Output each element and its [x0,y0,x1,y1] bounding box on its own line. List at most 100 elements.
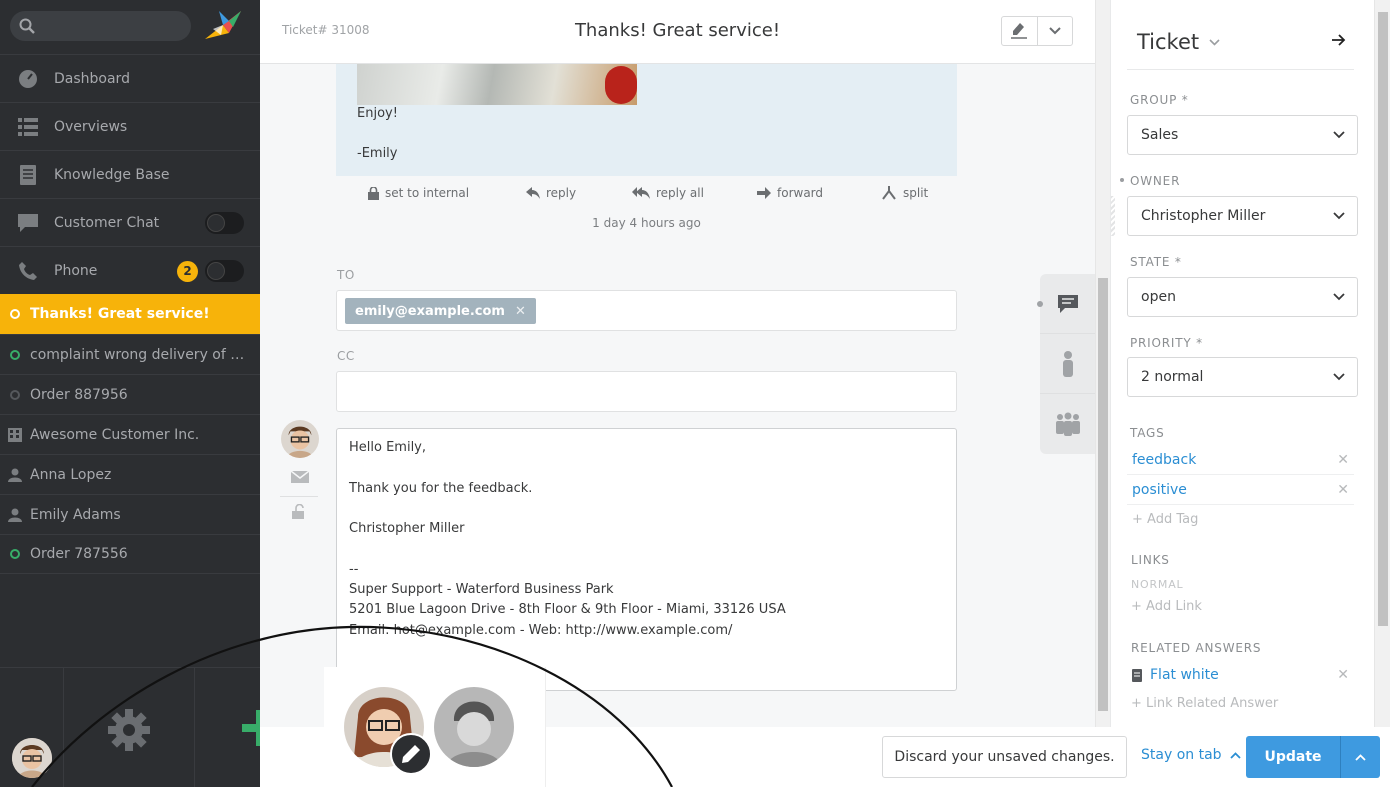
set-to-internal-action[interactable]: set to internal [368,186,469,200]
sidebar-scrollbar[interactable] [1374,0,1390,727]
task-order-887956[interactable]: Order 887956 [0,374,260,414]
viewer-avatar[interactable] [434,687,514,767]
actions-dropdown-button[interactable] [1038,17,1073,45]
chevron-down-icon [1209,38,1220,46]
stay-on-tab-toggle[interactable]: Stay on tab [1141,747,1241,763]
remove-tag-icon[interactable]: ✕ [1337,452,1349,468]
update-options-button[interactable] [1341,736,1380,778]
remove-related-answer-icon[interactable]: ✕ [1337,667,1349,683]
nav-customer-chat[interactable]: Customer Chat [0,198,260,246]
remove-tag-icon[interactable]: ✕ [1337,482,1349,498]
pen-icon [1011,23,1028,39]
task-label: complaint wrong delivery of ord... [30,346,250,363]
forward-action[interactable]: forward [757,186,823,200]
ticket-open-icon [10,349,20,360]
agent-avatar [281,420,319,458]
ticket-chat-icon [1057,294,1078,313]
task-complaint[interactable]: complaint wrong delivery of ord... [0,334,260,374]
task-order-787556[interactable]: Order 787556 [0,534,260,574]
book-icon [20,164,36,185]
logo-icon[interactable] [203,7,245,49]
group-select[interactable]: Sales [1127,115,1358,155]
nav-dashboard-label: Dashboard [54,70,130,87]
settings-gear-icon[interactable] [107,708,151,756]
action-label: reply [546,186,577,200]
tab-ticket[interactable] [1040,274,1095,334]
tag-item[interactable]: feedback ✕ [1127,445,1354,475]
user-icon [8,468,22,482]
nav-phone-label: Phone [54,262,98,279]
main-scrollbar[interactable] [1095,0,1110,727]
reply-all-action[interactable]: reply all [632,186,704,200]
close-sidebar-arrow-icon[interactable] [1332,34,1346,50]
phone-toggle[interactable] [205,260,244,282]
body-line: 5201 Blue Lagoon Drive - 8th Floor & 9th… [349,602,786,617]
body-line: Christopher Miller [349,521,465,536]
ticket-sidebar: Ticket GROUP * Sales OWNER Christopher M… [1110,0,1390,727]
related-answer-item[interactable]: Flat white ✕ [1127,660,1354,690]
user-icon [8,508,22,522]
tag-text: positive [1132,481,1187,498]
link-related-answer-link[interactable]: + Link Related Answer [1131,696,1278,711]
tab-organization[interactable] [1040,394,1095,454]
viewers-presence [324,667,546,787]
nav-knowledge-base[interactable]: Knowledge Base [0,150,260,198]
cc-field[interactable] [336,371,957,412]
sidebar-title[interactable]: Ticket [1137,30,1220,54]
nav-overviews[interactable]: Overviews [0,102,260,150]
nav-dashboard[interactable]: Dashboard [0,54,260,102]
remove-recipient-icon[interactable]: ✕ [515,304,526,319]
task-emily-adams[interactable]: Emily Adams [0,494,260,534]
priority-value: 2 normal [1141,369,1204,385]
state-value: open [1141,289,1176,305]
unlock-icon[interactable] [292,503,306,524]
recipient-email: emily@example.com [355,303,505,319]
organization-icon [8,427,22,442]
task-label: Order 887956 [30,386,128,403]
tag-text: feedback [1132,451,1197,468]
priority-select[interactable]: 2 normal [1127,357,1358,397]
body-line: Super Support - Waterford Business Park [349,582,614,597]
ticket-title[interactable]: Thanks! Great service! [260,20,1095,41]
chevron-up-icon [1229,751,1241,759]
reply-icon [526,187,540,199]
macro-button[interactable] [1002,17,1038,45]
dashboard-icon [19,69,37,88]
state-select[interactable]: open [1127,277,1358,317]
list-icon [18,117,38,136]
reply-action[interactable]: reply [526,186,576,200]
task-anna-lopez[interactable]: Anna Lopez [0,454,260,494]
to-field[interactable]: emily@example.com ✕ [336,290,957,331]
chevron-down-icon [1333,131,1345,139]
add-link-link[interactable]: + Add Link [1131,599,1202,614]
action-label: split [903,186,929,200]
discard-changes-button[interactable]: Discard your unsaved changes. [882,736,1127,778]
recipient-token[interactable]: emily@example.com ✕ [345,298,536,324]
phone-count-badge: 2 [177,261,198,282]
nav-bottom-bar [0,667,278,787]
email-type-icon[interactable] [290,470,310,487]
article-timestamp: 1 day 4 hours ago [592,216,701,230]
task-label: Awesome Customer Inc. [30,426,200,443]
update-button[interactable]: Update [1246,736,1341,778]
body-line: Email: hot@example.com - Web: http://www… [349,623,733,638]
article-text-line: -Emily [357,146,398,161]
customer-chat-toggle[interactable] [205,212,244,234]
ticket-open-icon [10,549,20,559]
task-thanks-great-service[interactable]: Thanks! Great service! [0,294,260,334]
tag-item[interactable]: positive ✕ [1127,475,1354,505]
add-tag-link[interactable]: + Add Tag [1132,512,1198,527]
owner-select[interactable]: Christopher Miller [1127,196,1358,236]
task-label: Anna Lopez [30,466,112,483]
cc-label: CC [337,349,355,363]
search-input[interactable] [10,11,191,41]
tab-customer[interactable] [1040,334,1095,394]
nav-phone[interactable]: Phone 2 [0,246,260,294]
user-avatar[interactable] [12,738,52,778]
ticket-closed-icon [10,389,20,400]
task-awesome-customer[interactable]: Awesome Customer Inc. [0,414,260,454]
reply-body-editor[interactable]: Hello Emily, Thank you for the feedback.… [336,428,957,691]
split-action[interactable]: split [881,186,928,200]
chevron-down-icon [1333,373,1345,381]
article-image [357,64,637,105]
